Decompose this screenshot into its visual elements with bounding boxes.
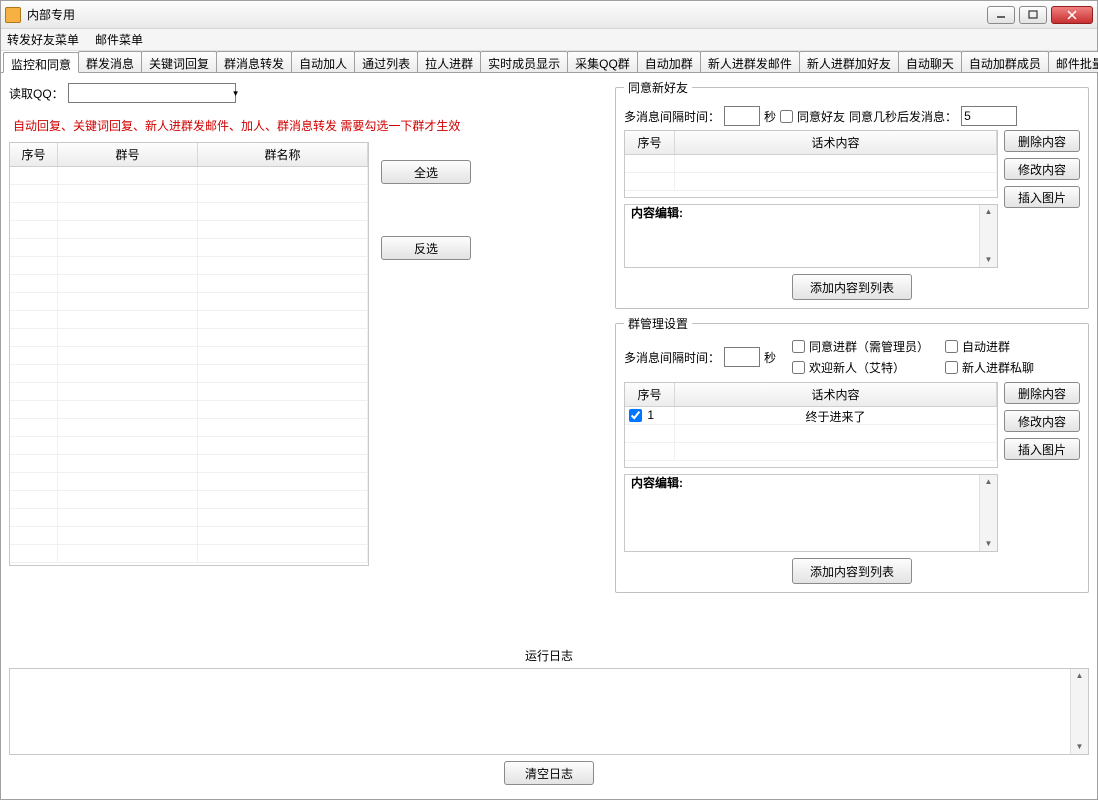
fs1-insert-image-button[interactable]: 插入图片 (1004, 186, 1080, 208)
fs2-delete-button[interactable]: 删除内容 (1004, 382, 1080, 404)
readqq-input[interactable] (69, 84, 232, 102)
menu-bar: 转发好友菜单 邮件菜单 (1, 29, 1097, 51)
tab-bulk-mail[interactable]: 邮件批量发送 (1048, 51, 1098, 72)
fs1-interval-label: 多消息间隔时间： (624, 108, 720, 125)
fs2-content-editor[interactable]: 内容编辑: ▲▼ (624, 474, 998, 552)
fs1-delay-input[interactable] (961, 106, 1017, 126)
fs1-modify-button[interactable]: 修改内容 (1004, 158, 1080, 180)
clear-log-button[interactable]: 清空日志 (504, 761, 594, 785)
select-all-button[interactable]: 全选 (381, 160, 471, 184)
app-icon (5, 7, 21, 23)
col-group-id: 群号 (58, 143, 198, 166)
tab-keyword-reply[interactable]: 关键词回复 (141, 51, 217, 72)
chk-welcome[interactable]: 欢迎新人（艾特） (792, 359, 929, 376)
scrollbar[interactable]: ▲▼ (979, 205, 997, 267)
agree-friend-fieldset: 同意新好友 多消息间隔时间： 秒 同意好友 同意几秒后发消息： (615, 79, 1089, 309)
fs2-editor-label: 内容编辑: (631, 474, 683, 491)
col-index: 序号 (10, 143, 58, 166)
window-title: 内部专用 (27, 6, 987, 23)
tab-bar: 监控和同意 群发消息 关键词回复 群消息转发 自动加人 通过列表 拉人进群 实时… (1, 51, 1097, 73)
fs2-modify-button[interactable]: 修改内容 (1004, 410, 1080, 432)
tab-auto-join-group[interactable]: 自动加群 (637, 51, 701, 72)
fs2-script-grid[interactable]: 序号 话术内容 1 终于进来了 (624, 382, 998, 468)
readqq-combo[interactable]: ▼ (68, 83, 236, 103)
chk-private[interactable]: 新人进群私聊 (945, 359, 1034, 376)
tab-newbie-mail[interactable]: 新人进群发邮件 (700, 51, 800, 72)
tab-auto-add-members[interactable]: 自动加群成员 (961, 51, 1049, 72)
log-title: 运行日志 (9, 643, 1089, 668)
log-textarea[interactable]: ▲▼ (9, 668, 1089, 755)
fs1-script-grid[interactable]: 序号 话术内容 (624, 130, 998, 198)
table-row[interactable]: 1 终于进来了 (625, 407, 997, 425)
group-grid[interactable]: 序号 群号 群名称 (9, 142, 369, 566)
close-button[interactable] (1051, 6, 1093, 24)
tab-collect-qq[interactable]: 采集QQ群 (567, 51, 638, 72)
agree-friend-legend: 同意新好友 (624, 79, 692, 96)
fs1-content-editor[interactable]: 内容编辑: ▲▼ (624, 204, 998, 268)
col-group-name: 群名称 (198, 143, 368, 166)
fs2-col-content: 话术内容 (675, 383, 997, 406)
menu-mail[interactable]: 邮件菜单 (95, 31, 143, 48)
app-window: 内部专用 转发好友菜单 邮件菜单 监控和同意 群发消息 关键词回复 群消息转发 … (0, 0, 1098, 800)
tab-pass-list[interactable]: 通过列表 (354, 51, 418, 72)
content-area: 读取QQ： ▼ 自动回复、关键词回复、新人进群发邮件、加人、群消息转发 需要勾选… (1, 73, 1097, 799)
tab-group-send[interactable]: 群发消息 (78, 51, 142, 72)
fs1-editor-label: 内容编辑: (631, 204, 683, 221)
fs1-sec: 秒 (764, 108, 776, 125)
chk-auto-group[interactable]: 自动进群 (945, 338, 1034, 355)
fs2-add-to-list-button[interactable]: 添加内容到列表 (792, 558, 912, 584)
fs2-col-index: 序号 (625, 383, 675, 406)
fs1-interval-input[interactable] (724, 106, 760, 126)
fs2-sec: 秒 (764, 349, 776, 366)
fs2-interval-input[interactable] (724, 347, 760, 367)
chk-agree-friend[interactable]: 同意好友 (780, 108, 845, 125)
fs1-delete-button[interactable]: 删除内容 (1004, 130, 1080, 152)
fs1-col-content: 话术内容 (675, 131, 997, 154)
fs2-insert-image-button[interactable]: 插入图片 (1004, 438, 1080, 460)
scrollbar[interactable]: ▲▼ (979, 475, 997, 551)
tab-pull-group[interactable]: 拉人进群 (417, 51, 481, 72)
fs2-interval-label: 多消息间隔时间： (624, 349, 720, 366)
fs1-delay-label: 同意几秒后发消息： (849, 108, 957, 125)
minimize-button[interactable] (987, 6, 1015, 24)
maximize-button[interactable] (1019, 6, 1047, 24)
warning-text: 自动回复、关键词回复、新人进群发邮件、加人、群消息转发 需要勾选一下群才生效 (13, 117, 609, 134)
fs1-col-index: 序号 (625, 131, 675, 154)
tab-newbie-addfriend[interactable]: 新人进群加好友 (799, 51, 899, 72)
scrollbar[interactable]: ▲▼ (1070, 669, 1088, 754)
fs2-row1-check[interactable] (629, 409, 642, 422)
group-manage-fieldset: 群管理设置 多消息间隔时间： 秒 同意进群（需管理员） 欢迎新人（艾特） 自动进… (615, 315, 1089, 593)
invert-select-button[interactable]: 反选 (381, 236, 471, 260)
menu-forward-friends[interactable]: 转发好友菜单 (7, 31, 79, 48)
fs1-add-to-list-button[interactable]: 添加内容到列表 (792, 274, 912, 300)
group-manage-legend: 群管理设置 (624, 315, 692, 332)
tab-realtime-members[interactable]: 实时成员显示 (480, 51, 568, 72)
readqq-label: 读取QQ： (9, 85, 64, 102)
tab-monitor-agree[interactable]: 监控和同意 (3, 52, 79, 73)
tab-auto-chat[interactable]: 自动聊天 (898, 51, 962, 72)
fs2-row1-text: 终于进来了 (675, 407, 997, 424)
dropdown-icon[interactable]: ▼ (232, 89, 240, 98)
tab-auto-add[interactable]: 自动加人 (291, 51, 355, 72)
chk-agree-group[interactable]: 同意进群（需管理员） (792, 338, 929, 355)
title-bar: 内部专用 (1, 1, 1097, 29)
tab-msg-forward[interactable]: 群消息转发 (216, 51, 292, 72)
